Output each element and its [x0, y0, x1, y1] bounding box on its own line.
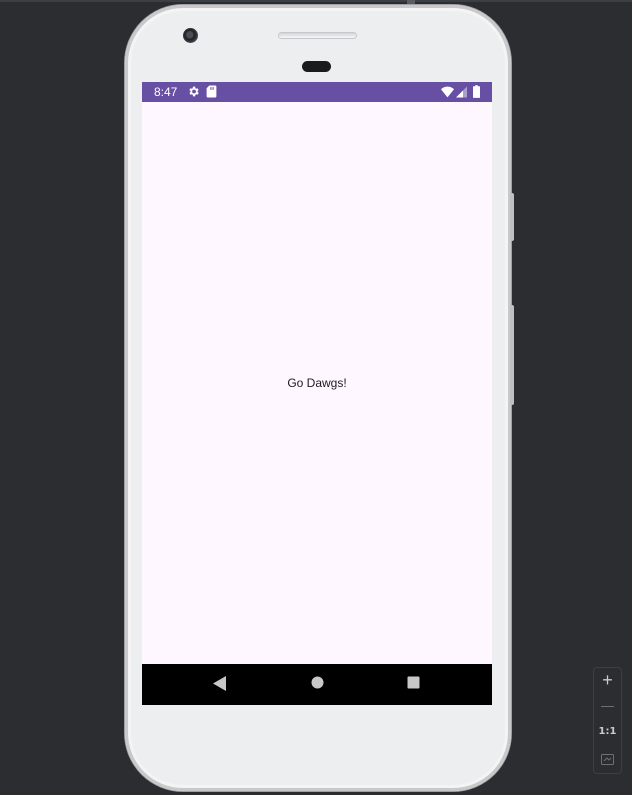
zoom-in-icon[interactable]: + [594, 670, 621, 691]
cell-signal-icon [456, 85, 467, 103]
fit-screen-icon[interactable] [594, 752, 621, 770]
device-screen[interactable]: 8:47 Go Dawgs! [142, 82, 492, 705]
toolbar-divider [0, 0, 632, 2]
recents-icon[interactable] [407, 676, 420, 694]
wifi-icon [441, 85, 454, 103]
power-button [510, 193, 514, 241]
settings-gear-icon [187, 85, 200, 103]
actual-size-button[interactable]: 1:1 [594, 726, 621, 737]
proximity-sensor [302, 61, 331, 72]
earpiece-speaker [279, 33, 356, 38]
greeting-text: Go Dawgs! [287, 376, 347, 390]
volume-rocker [510, 305, 514, 405]
status-bar: 8:47 [142, 82, 492, 102]
home-icon[interactable] [311, 676, 324, 694]
navigation-bar [142, 664, 492, 705]
zoom-controls: + 1:1 [593, 667, 622, 774]
status-time: 8:47 [154, 85, 178, 99]
battery-icon [473, 85, 480, 103]
sd-card-icon [206, 85, 217, 103]
back-icon[interactable] [213, 676, 226, 696]
front-camera [183, 28, 198, 43]
zoom-out-icon[interactable] [594, 697, 621, 711]
